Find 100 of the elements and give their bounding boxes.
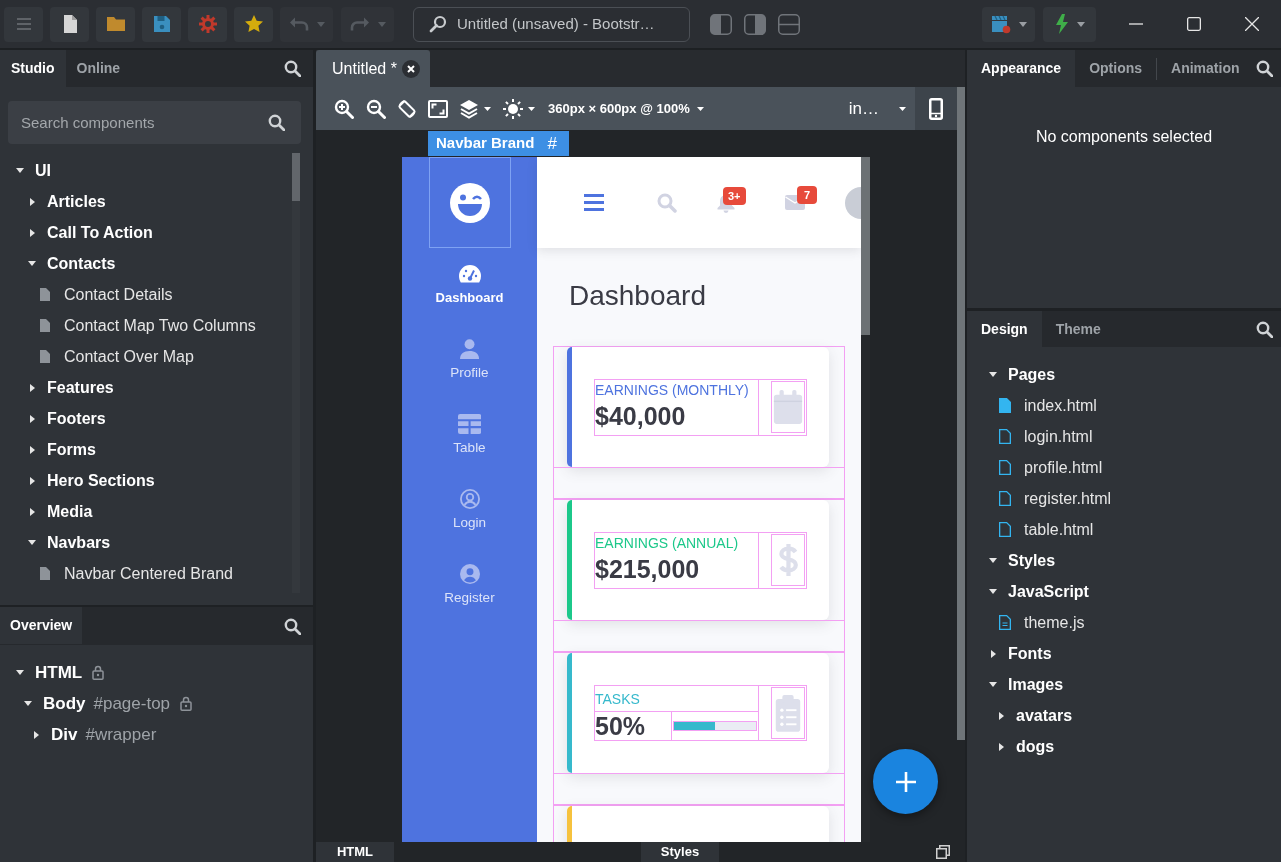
element-tag[interactable]: Div <box>51 721 78 748</box>
page-dropdown[interactable]: in… <box>848 95 906 122</box>
tree-folder[interactable]: avatars <box>1016 703 1073 728</box>
caret-right-icon[interactable] <box>29 414 35 423</box>
tree-folder[interactable]: Hero Sections <box>47 468 155 493</box>
bottom-tab[interactable]: Styles <box>641 842 719 862</box>
search-field[interactable]: Search components <box>8 101 301 144</box>
scrollbar-thumb[interactable] <box>861 157 870 335</box>
tree-folder[interactable]: Styles <box>1008 548 1056 573</box>
tree-folder[interactable]: Fonts <box>1008 641 1052 666</box>
save-button[interactable] <box>142 6 181 42</box>
open-button[interactable] <box>96 6 135 42</box>
panel-tab[interactable]: Animation <box>1157 50 1254 87</box>
caret-down-icon[interactable] <box>16 670 24 675</box>
tree-item[interactable]: profile.html <box>1024 455 1103 480</box>
left-panel-toggle-icon[interactable] <box>710 13 732 35</box>
export-button[interactable] <box>1043 6 1096 42</box>
tree-folder[interactable]: Features <box>47 375 114 400</box>
preview-button[interactable] <box>982 6 1035 42</box>
brand-link[interactable] <box>429 157 511 248</box>
caret-down-icon[interactable] <box>28 261 36 266</box>
panel-tab[interactable]: Studio <box>0 50 66 87</box>
tree-folder[interactable]: Media <box>47 499 93 524</box>
caret-right-icon[interactable] <box>29 476 35 485</box>
menu-icon[interactable] <box>584 194 604 211</box>
caret-right-icon[interactable] <box>29 507 35 516</box>
caret-down-icon[interactable] <box>24 701 32 706</box>
tree-folder[interactable]: Navbars <box>47 530 111 555</box>
panel-tab[interactable]: Appearance <box>967 50 1076 87</box>
new-file-button[interactable] <box>50 6 89 42</box>
tree-item[interactable]: index.html <box>1024 393 1097 418</box>
caret-down-icon[interactable] <box>989 589 997 594</box>
device-button[interactable] <box>915 87 957 130</box>
bottom-tab[interactable]: HTML <box>316 842 394 862</box>
tree-folder[interactable]: Images <box>1008 672 1064 697</box>
tree-folder[interactable]: UI <box>35 158 51 183</box>
fit-screen-icon[interactable] <box>428 98 448 119</box>
caret-right-icon[interactable] <box>29 445 35 454</box>
user-circle-icon <box>459 489 480 509</box>
tree-item[interactable]: register.html <box>1024 486 1112 511</box>
caret-down-icon[interactable] <box>989 558 997 563</box>
caret-down-icon[interactable] <box>16 168 24 173</box>
zoom-out-icon[interactable] <box>366 98 386 119</box>
caret-right-icon[interactable] <box>33 730 39 739</box>
tree-folder[interactable]: Pages <box>1008 362 1056 387</box>
tree-item[interactable]: Navbar Centered Brand <box>64 561 233 586</box>
rotate-icon[interactable] <box>397 98 417 119</box>
panel-tab[interactable]: Online <box>65 50 132 87</box>
tree-item[interactable]: Contact Details <box>64 282 173 307</box>
favorites-button[interactable] <box>234 6 273 42</box>
search-icon[interactable] <box>268 114 285 131</box>
tree-item[interactable]: table.html <box>1024 517 1094 542</box>
right-panel-toggle-icon[interactable] <box>744 13 766 35</box>
caret-right-icon[interactable] <box>29 197 35 206</box>
sidebar-link[interactable]: Dashboard <box>402 248 537 323</box>
caret-down-icon[interactable] <box>28 540 36 545</box>
search-icon[interactable] <box>284 60 301 77</box>
tree-folder[interactable]: Articles <box>47 189 106 214</box>
tree-item[interactable]: theme.js <box>1024 610 1085 635</box>
search-icon[interactable] <box>1256 320 1273 338</box>
user-circle-icon <box>459 564 480 584</box>
tree-item[interactable]: Contact Over Map <box>64 344 194 369</box>
tree-folder[interactable]: Call To Action <box>47 220 153 245</box>
tree-folder[interactable]: dogs <box>1016 734 1055 759</box>
settings-button[interactable] <box>188 6 227 42</box>
panel-tab[interactable]: Options <box>1075 50 1157 87</box>
notification-badge: 3+ <box>723 186 746 205</box>
tree-item[interactable]: login.html <box>1024 424 1093 449</box>
caret-down-icon[interactable] <box>989 682 997 687</box>
title-search-field[interactable]: Untitled (unsaved) - Bootstr… <box>413 6 690 42</box>
caret-down-icon[interactable] <box>989 372 997 377</box>
theme-dropdown[interactable] <box>503 98 535 119</box>
bottom-panel-toggle-icon[interactable] <box>778 13 800 35</box>
caret-right-icon[interactable] <box>29 228 35 237</box>
caret-right-icon[interactable] <box>29 383 35 392</box>
tree-folder[interactable]: JavaScript <box>1008 579 1089 604</box>
caret-right-icon[interactable] <box>998 742 1004 751</box>
restore-panel-icon[interactable] <box>936 845 950 859</box>
element-tag[interactable]: HTML <box>35 659 83 686</box>
panel-tab[interactable]: Design <box>967 311 1042 348</box>
tree-folder[interactable]: Contacts <box>47 251 116 276</box>
element-tag[interactable]: Body <box>43 690 86 717</box>
panel-tab[interactable]: Theme <box>1041 311 1115 348</box>
search-input[interactable]: Search components <box>21 107 268 138</box>
caret-right-icon[interactable] <box>998 711 1004 720</box>
sidebar-link[interactable]: Login <box>402 473 537 548</box>
caret-right-icon[interactable] <box>990 649 996 658</box>
panel-tab[interactable]: Overview <box>0 607 83 644</box>
search-icon[interactable] <box>284 617 301 635</box>
close-tab-button[interactable] <box>402 59 420 78</box>
tree-folder[interactable]: Footers <box>47 406 106 431</box>
layers-dropdown[interactable] <box>459 98 491 119</box>
tree-folder[interactable]: Forms <box>47 437 96 462</box>
scrollbar-thumb[interactable] <box>292 153 300 201</box>
document-tab[interactable]: Untitled * <box>316 50 430 87</box>
tree-item[interactable]: Contact Map Two Columns <box>64 313 256 338</box>
zoom-in-icon[interactable] <box>334 98 354 119</box>
viewport-dropdown[interactable]: 360px × 600px @ 100% <box>548 98 704 119</box>
scrollbar-thumb[interactable] <box>957 87 965 740</box>
search-icon[interactable] <box>1256 60 1273 77</box>
